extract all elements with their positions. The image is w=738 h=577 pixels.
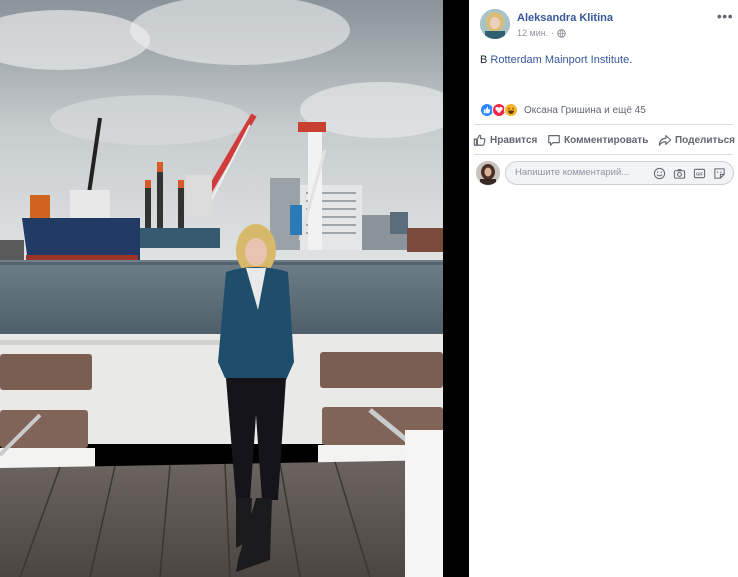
post-text-prefix: В xyxy=(480,54,491,66)
comment-composer: GIF xyxy=(476,160,734,186)
post-sidebar: Aleksandra Klitina 12 мин. · ••• В Rotte… xyxy=(469,0,738,577)
harbor-photo-illustration xyxy=(0,0,443,577)
viewer-gutter xyxy=(443,0,469,577)
share-icon xyxy=(658,135,672,146)
like-button[interactable]: Нравится xyxy=(473,133,537,147)
sticker-icon[interactable] xyxy=(712,166,726,180)
comment-button-label: Комментировать xyxy=(563,134,649,146)
share-button[interactable]: Поделиться xyxy=(658,133,735,147)
place-link[interactable]: Rotterdam Mainport Institute xyxy=(490,54,629,66)
author-avatar[interactable] xyxy=(480,9,510,39)
divider-bottom xyxy=(474,154,733,155)
comment-box[interactable]: GIF xyxy=(505,161,734,185)
like-button-label: Нравится xyxy=(490,134,538,146)
share-button-label: Поделиться xyxy=(674,134,735,146)
post-text: В Rotterdam Mainport Institute. xyxy=(480,54,632,66)
comment-icon xyxy=(548,135,560,146)
viewer-avatar-image xyxy=(476,161,500,185)
reactions-summary[interactable]: Оксана Гришина и ещё 45 xyxy=(480,102,646,118)
post-timestamp[interactable]: 12 мин. xyxy=(517,28,548,38)
thumbs-up-icon xyxy=(473,134,486,146)
author-name[interactable]: Aleksandra Klitina xyxy=(517,12,613,24)
haha-reaction-icon xyxy=(504,103,518,117)
reactions-summary-text[interactable]: Оксана Гришина и ещё 45 xyxy=(524,105,646,116)
post-meta: 12 мин. · xyxy=(517,28,567,38)
gif-icon-text: GIF xyxy=(695,171,703,176)
gif-icon[interactable]: GIF xyxy=(692,166,706,180)
comment-button[interactable]: Комментировать xyxy=(547,133,648,147)
divider-top xyxy=(474,124,733,125)
meta-separator: · xyxy=(551,28,555,38)
comment-tools: GIF xyxy=(652,166,726,180)
post-header: Aleksandra Klitina 12 мин. · ••• xyxy=(480,9,733,43)
camera-icon[interactable] xyxy=(672,166,686,180)
post-text-suffix: . xyxy=(629,54,633,66)
comment-input[interactable] xyxy=(515,167,635,178)
globe-icon[interactable] xyxy=(557,28,567,38)
emoji-icon[interactable] xyxy=(652,166,666,180)
post-photo[interactable] xyxy=(0,0,443,577)
more-options-button[interactable]: ••• xyxy=(714,9,736,25)
post-actions: Нравится Комментировать Поделиться xyxy=(473,130,735,150)
viewer-avatar[interactable] xyxy=(476,161,500,185)
author-avatar-image xyxy=(480,9,510,39)
